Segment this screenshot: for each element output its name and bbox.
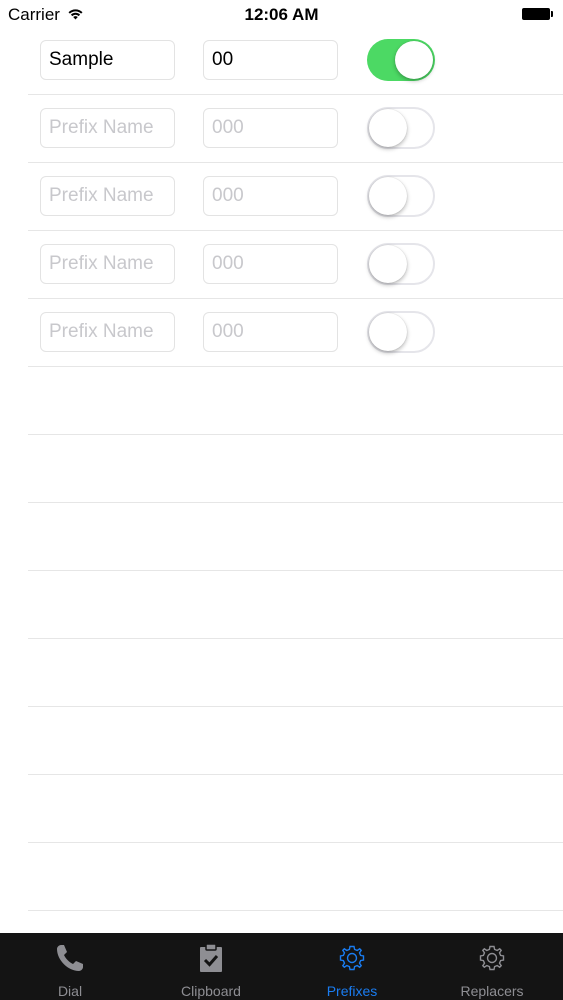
- battery-icon: [522, 8, 553, 20]
- status-bar: Carrier 12:06 AM: [0, 0, 563, 30]
- empty-row-divider: [28, 502, 563, 503]
- tab-clipboard[interactable]: Clipboard: [141, 933, 281, 1000]
- empty-row-divider: [28, 570, 563, 571]
- prefix-code-input[interactable]: [203, 176, 338, 216]
- empty-row-divider: [28, 706, 563, 707]
- prefix-code-input[interactable]: [203, 108, 338, 148]
- prefix-enabled-toggle[interactable]: [367, 243, 435, 285]
- toggle-knob: [395, 41, 433, 79]
- toggle-knob: [369, 109, 407, 147]
- status-time: 12:06 AM: [244, 5, 319, 24]
- tab-bar: Dial Clipboard Prefixes Replacers: [0, 933, 563, 1000]
- tab-label: Dial: [57, 983, 83, 999]
- tab-label: Replacers: [460, 983, 524, 999]
- prefix-row: [0, 27, 563, 95]
- empty-row-divider: [28, 774, 563, 775]
- tab-prefixes[interactable]: Prefixes: [282, 933, 422, 1000]
- phone-icon: [57, 945, 83, 971]
- prefix-code-input[interactable]: [203, 244, 338, 284]
- tab-label: Clipboard: [181, 983, 241, 999]
- gear-icon: [479, 945, 505, 971]
- toggle-knob: [369, 245, 407, 283]
- prefix-enabled-toggle[interactable]: [367, 175, 435, 217]
- tab-replacers[interactable]: Replacers: [422, 933, 562, 1000]
- prefix-enabled-toggle[interactable]: [367, 107, 435, 149]
- empty-row-divider: [28, 434, 563, 435]
- toggle-knob: [369, 313, 407, 351]
- prefix-row: [0, 163, 563, 231]
- prefix-row: [0, 95, 563, 163]
- prefix-name-input[interactable]: [40, 108, 175, 148]
- prefix-name-input[interactable]: [40, 312, 175, 352]
- prefix-name-input[interactable]: [40, 176, 175, 216]
- prefix-enabled-toggle[interactable]: [367, 311, 435, 353]
- prefix-row: [0, 231, 563, 299]
- prefix-name-input[interactable]: [40, 40, 175, 80]
- row-divider: [28, 366, 563, 367]
- prefix-enabled-toggle[interactable]: [367, 39, 435, 81]
- clipboard-icon: [200, 943, 222, 972]
- prefix-name-input[interactable]: [40, 244, 175, 284]
- tab-dial[interactable]: Dial: [0, 933, 140, 1000]
- prefix-code-input[interactable]: [203, 40, 338, 80]
- empty-row-divider: [28, 842, 563, 843]
- toggle-knob: [369, 177, 407, 215]
- empty-row-divider: [28, 910, 563, 911]
- prefix-code-input[interactable]: [203, 312, 338, 352]
- gear-icon: [339, 945, 365, 971]
- prefix-row: [0, 299, 563, 367]
- empty-row-divider: [28, 638, 563, 639]
- tab-label: Prefixes: [326, 983, 378, 999]
